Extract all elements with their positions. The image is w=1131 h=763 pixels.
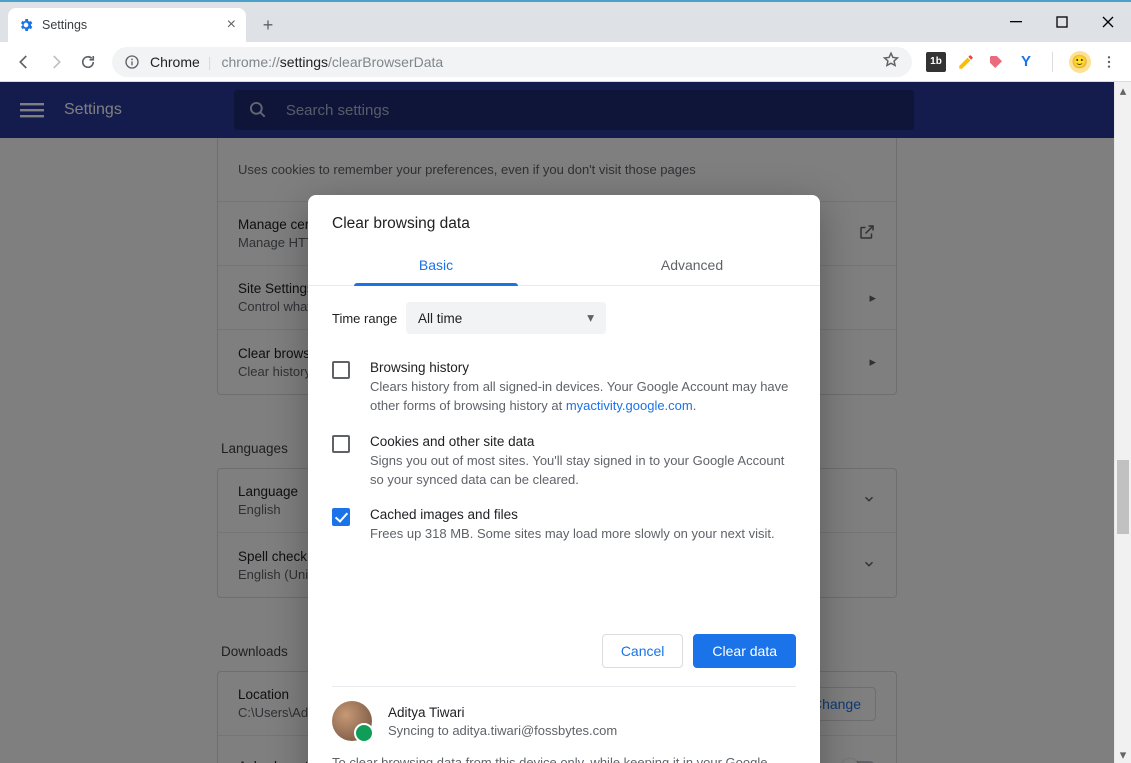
forward-button[interactable] [40, 46, 72, 78]
synced-user-row: Aditya Tiwari Syncing to aditya.tiwari@f… [332, 701, 796, 741]
dialog-tab-advanced[interactable]: Advanced [564, 247, 820, 285]
tab-title: Settings [42, 18, 87, 32]
extension-icons: 1b Y 🙂 [920, 51, 1095, 73]
extension-1b-icon[interactable]: 1b [926, 52, 946, 72]
option-cached-images[interactable]: Cached images and files Frees up 318 MB.… [332, 499, 796, 554]
user-sync-status: Syncing to aditya.tiwari@fossbytes.com [388, 723, 617, 738]
window-minimize-button[interactable] [993, 2, 1039, 42]
option-browsing-history[interactable]: Browsing history Clears history from all… [332, 352, 796, 426]
browser-tab-strip: Settings × + [0, 2, 1131, 42]
bookmark-star-icon[interactable] [882, 51, 900, 72]
time-range-label: Time range [332, 311, 406, 326]
dialog-title: Clear browsing data [308, 195, 820, 247]
dialog-tab-basic[interactable]: Basic [308, 247, 564, 285]
tab-close-icon[interactable]: × [227, 16, 236, 34]
gear-icon [18, 17, 34, 33]
reload-button[interactable] [72, 46, 104, 78]
extension-pencil-icon[interactable] [956, 52, 976, 72]
cancel-button[interactable]: Cancel [602, 634, 684, 668]
scrollbar-thumb[interactable] [1117, 460, 1129, 534]
window-maximize-button[interactable] [1039, 2, 1085, 42]
extension-tag-icon[interactable] [986, 52, 1006, 72]
browser-tab-settings[interactable]: Settings × [8, 8, 246, 42]
time-range-select[interactable]: All time ▾ [406, 302, 606, 334]
scroll-up-icon[interactable]: ▴ [1115, 82, 1131, 99]
profile-avatar-icon[interactable]: 🙂 [1069, 51, 1091, 73]
user-name: Aditya Tiwari [388, 705, 617, 720]
browser-toolbar: Chrome | chrome://settings/clearBrowserD… [0, 42, 1131, 82]
checkbox-browsing-history[interactable] [332, 361, 350, 379]
omnibox-url: chrome://settings/clearBrowserData [221, 54, 443, 70]
caret-down-icon: ▾ [587, 310, 594, 326]
clear-browsing-data-dialog: Clear browsing data Basic Advanced Time … [308, 195, 820, 763]
user-avatar-icon [332, 701, 372, 741]
back-button[interactable] [8, 46, 40, 78]
scroll-down-icon[interactable]: ▾ [1115, 746, 1131, 763]
option-cookies[interactable]: Cookies and other site data Signs you ou… [332, 426, 796, 500]
omnibox-chip: Chrome [150, 54, 200, 70]
browser-menu-button[interactable] [1095, 54, 1123, 70]
window-close-button[interactable] [1085, 2, 1131, 42]
new-tab-button[interactable]: + [254, 11, 282, 39]
myactivity-link[interactable]: myactivity.google.com [566, 398, 693, 413]
address-bar[interactable]: Chrome | chrome://settings/clearBrowserD… [112, 47, 912, 77]
checkbox-cookies[interactable] [332, 435, 350, 453]
extension-y-icon[interactable]: Y [1016, 52, 1036, 72]
vertical-scrollbar[interactable]: ▴ ▾ [1114, 82, 1131, 763]
site-info-icon[interactable] [124, 54, 140, 70]
clear-data-button[interactable]: Clear data [693, 634, 796, 668]
checkbox-cached-images[interactable] [332, 508, 350, 526]
dialog-footer-note: To clear browsing data from this device … [332, 753, 796, 763]
